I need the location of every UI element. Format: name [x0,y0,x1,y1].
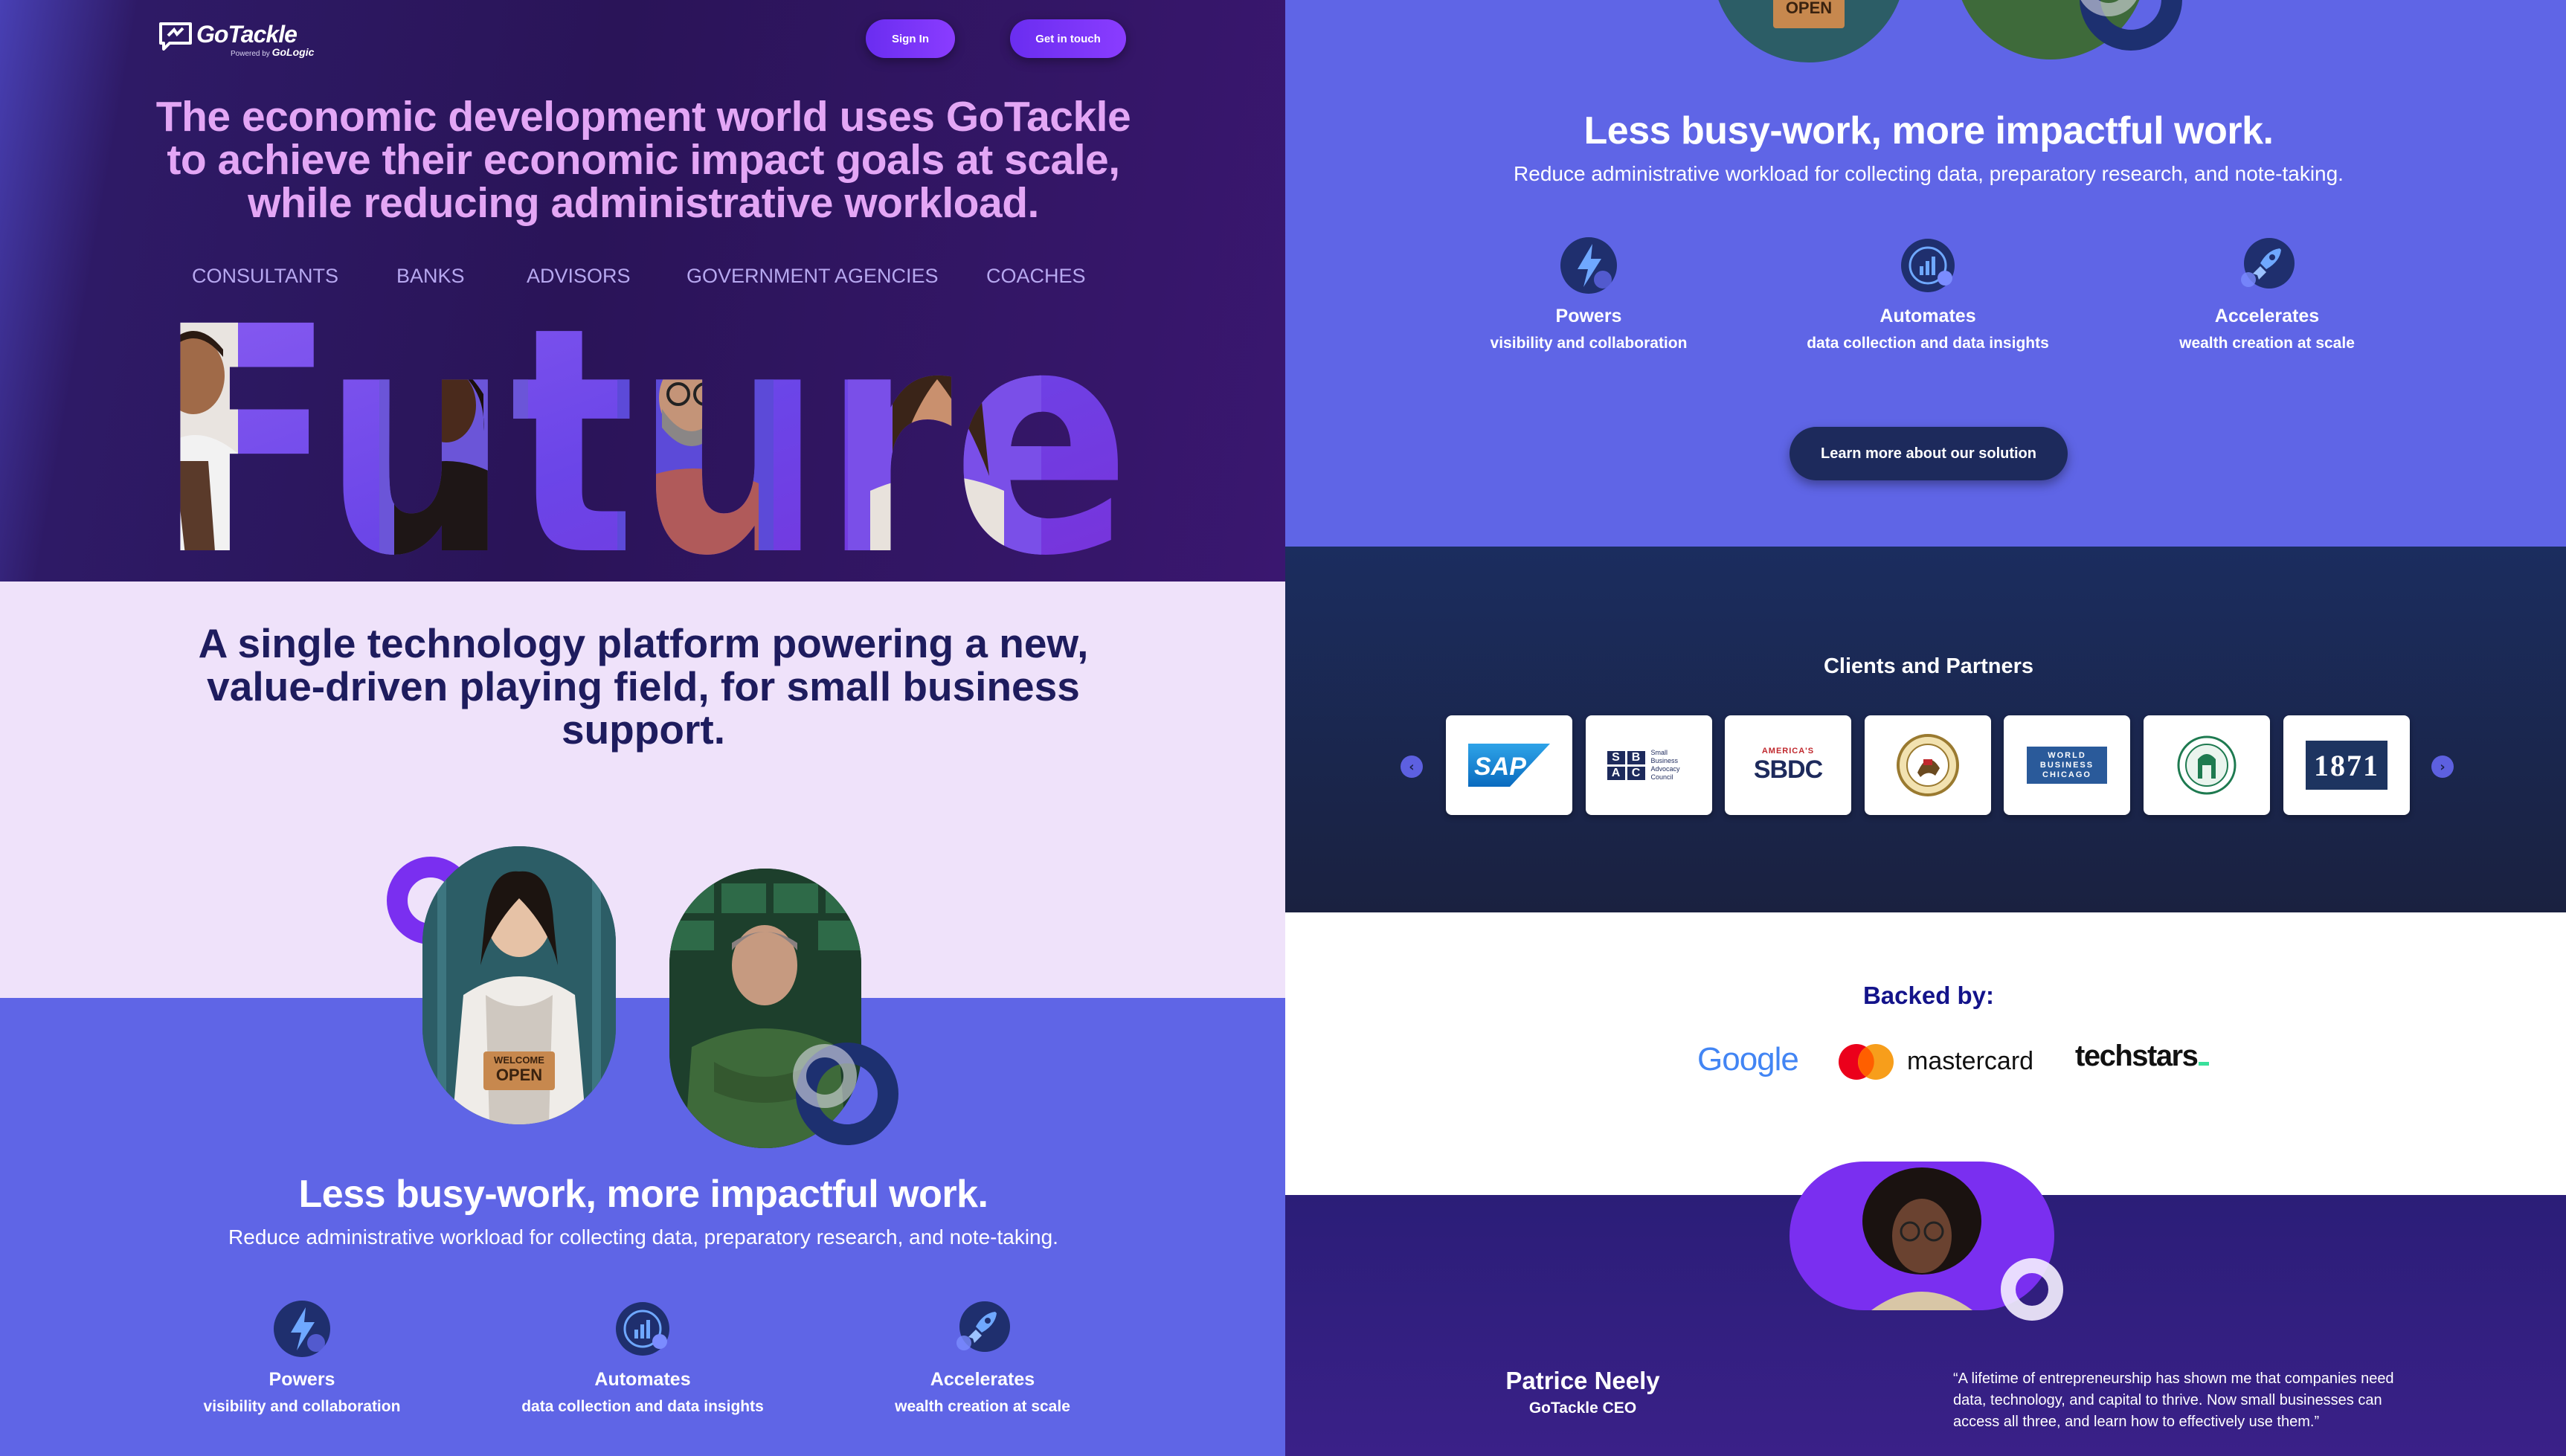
chart-icon [616,1302,669,1356]
learn-more-button[interactable]: Learn more about our solution [1790,427,2068,480]
hero-headline: The economic development world uses GoTa… [155,93,1131,227]
welcome-open-sign: WELCOME OPEN [483,1051,555,1090]
sbac-letter-s: S [1607,750,1625,764]
feature-powers-sub: visibility and collaboration [203,1398,401,1415]
ceo-role: GoTackle CEO [1528,1399,1637,1417]
feature-accelerates-right: Accelerates wealth creation at scale [2148,236,2386,352]
backed-by-heading: Backed by: [1862,982,1995,1009]
grey-ring-decoration [793,1044,857,1108]
impact-headline-right: Less busy-work, more impactful work. [1583,109,2274,152]
feature-automates-sub: data collection and data insights [521,1398,764,1415]
google-logo: Google [1697,1041,1799,1077]
logo-byline-text: Powered by [231,50,270,58]
sign-welcome-text: WELCOME [494,1054,544,1066]
1871-logo[interactable]: 1871 [2283,715,2410,815]
1871-logo-box: 1871 [2306,741,2387,790]
feature-accelerates-title-right: Accelerates [2214,306,2320,326]
sign-in-button[interactable]: Sign In [866,19,955,58]
world-business-chicago-logo[interactable]: WORLD BUSINESS CHICAGO [2004,715,2130,815]
lightning-icon [274,1301,330,1357]
wbc-logo-text: WORLD BUSINESS CHICAGO [2039,750,2094,779]
open-sign-cropped: OPEN [1773,0,1845,28]
sbac-letter-a: A [1607,766,1625,780]
green-seal-mark [2177,735,2237,795]
chart-icon [1901,239,1955,292]
audience-government-agencies-link[interactable]: GOVERNMENT AGENCIES [686,265,939,288]
feature-automates-right: Automates data collection and data insig… [1779,236,2077,352]
wbc-logo-box: WORLD BUSINESS CHICAGO [2027,747,2107,784]
feature-automates-title: Automates [594,1369,691,1390]
woman-shop-owner-photo: WELCOME OPEN [422,846,616,1124]
sap-logo[interactable]: SAP [1446,715,1572,815]
feature-powers-title-right: Powers [1555,306,1622,326]
audience-advisors-link[interactable]: ADVISORS [527,265,631,288]
sbdc-logo-text: SBDC [1753,755,1823,784]
feature-powers-title: Powers [269,1369,335,1390]
logo-parent-name: GoLogic [271,46,315,58]
page-left-column: GoTackle Powered by GoLogic Sign In Get … [0,0,1285,1456]
1871-logo-text: 1871 [2314,748,2379,782]
feature-automates: Automates data collection and data insig… [494,1300,791,1416]
rocket-icon [956,1301,1010,1352]
mastercard-logo: mastercard [1837,1043,2060,1083]
mastercard-wordmark: mastercard [1907,1047,2034,1075]
illinois-seal-mark [1897,734,1959,796]
feature-accelerates: Accelerates wealth creation at scale [864,1300,1102,1416]
feature-accelerates-title: Accelerates [930,1369,1035,1390]
rocket-icon [2241,238,2295,289]
sign-open-text-cropped: OPEN [1785,0,1833,17]
impact-subheadline: Reduce administrative workload for colle… [228,1225,1058,1249]
feature-powers: Powers visibility and collaboration [183,1300,421,1416]
carousel-next-button[interactable]: › [2431,756,2454,778]
feature-automates-sub-right: data collection and data insights [1807,335,2049,352]
ceo-quote: “A lifetime of entrepreneurship has show… [1953,1370,2394,1430]
audience-coaches-link[interactable]: COACHES [986,265,1086,288]
feature-accelerates-sub-right: wealth creation at scale [2179,335,2355,352]
mastercard-circles-icon [1839,1044,1894,1080]
feature-automates-title-right: Automates [1880,306,1976,326]
sbac-letters: S B A C [1607,750,1645,780]
illinois-seal-logo[interactable] [1865,715,1991,815]
future-banner-illustration: Future Future [156,305,1131,561]
techstars-logo: techstars [2075,1040,2210,1080]
logo-wordmark: GoTackle [196,21,298,48]
techstars-underscore-icon [2199,1062,2210,1066]
person-photo-1 [156,320,238,561]
techstars-wordmark: techstars [2075,1040,2199,1072]
feature-powers-sub-right: visibility and collaboration [1490,335,1688,352]
sap-logo-mark: SAP [1468,744,1550,787]
sbdc-logo[interactable]: AMERICA'S SBDC [1725,715,1851,815]
green-seal-logo[interactable] [2144,715,2270,815]
impact-headline: Less busy-work, more impactful work. [298,1173,988,1216]
sbac-logo[interactable]: S B A C Small Business Advocacy Council [1586,715,1712,815]
ceo-name: Patrice Neely [1505,1367,1660,1394]
audience-nav: CONSULTANTS BANKS ADVISORS GOVERNMENT AG… [179,265,1101,287]
sbac-logo-text: Small Business Advocacy Council [1650,749,1680,781]
platform-headline: A single technology platform powering a … [198,620,1089,753]
sbac-letter-b: B [1627,750,1645,764]
impact-subheadline-right: Reduce administrative workload for colle… [1514,162,2344,185]
gotackle-logo[interactable]: GoTackle Powered by GoLogic [158,16,314,58]
person-photo-2 [379,349,528,561]
person-photo-3 [617,349,774,561]
white-ring-decoration [2001,1258,2063,1321]
feature-accelerates-sub: wealth creation at scale [895,1398,1070,1415]
get-in-touch-button[interactable]: Get in touch [1010,19,1126,58]
clients-partners-heading: Clients and Partners [1823,654,2034,678]
audience-consultants-link[interactable]: CONSULTANTS [192,265,338,288]
chat-bubble-logo-icon [159,22,192,51]
page-right-column: OPEN Less busy-work, more impactful work… [1285,0,2566,1456]
sbac-letter-c: C [1627,766,1645,780]
lightning-icon [1560,237,1617,294]
logo-byline: Powered by GoLogic [231,46,314,58]
feature-powers-right: Powers visibility and collaboration [1470,236,1708,352]
sbdc-pre-text: AMERICA'S [1761,746,1815,756]
audience-banks-link[interactable]: BANKS [396,265,465,288]
sign-open-text: OPEN [495,1066,543,1084]
sap-logo-text: SAP [1474,753,1526,781]
carousel-prev-button[interactable]: ‹ [1401,756,1423,778]
person-photo-4 [848,349,1041,561]
